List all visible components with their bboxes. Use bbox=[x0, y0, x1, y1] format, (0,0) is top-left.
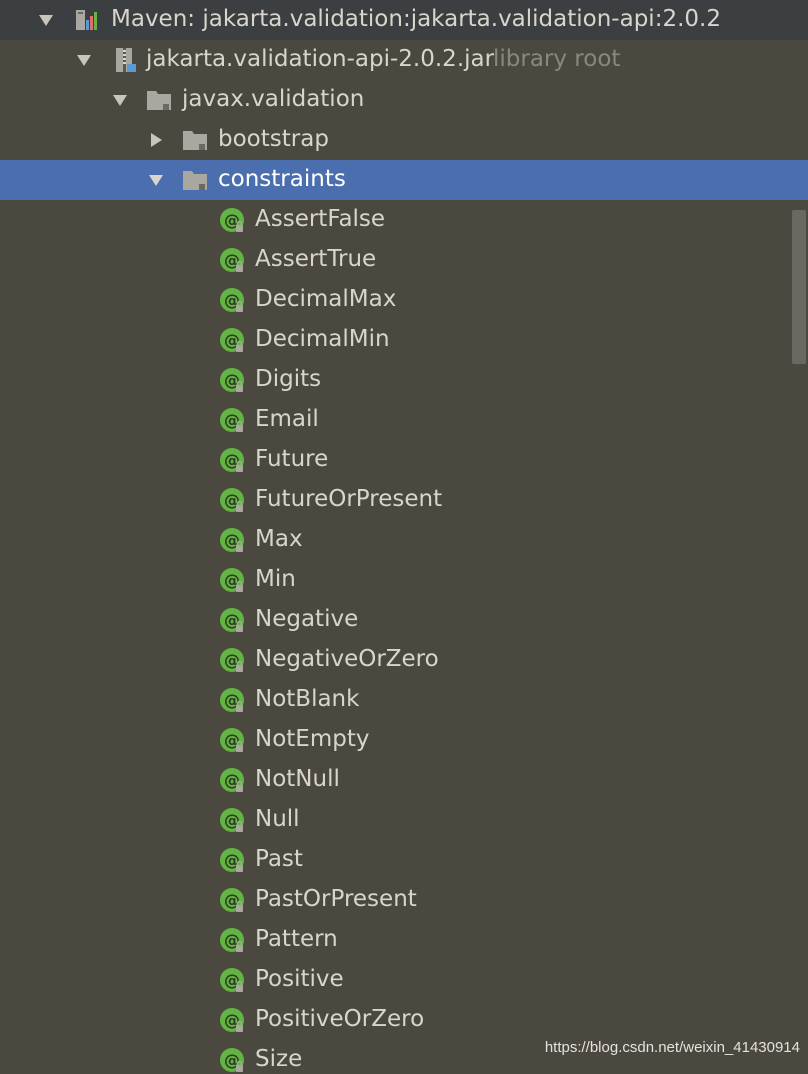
tree-node-annotation-digits[interactable]: @ Digits bbox=[0, 360, 808, 400]
tree-node-label: FutureOrPresent bbox=[255, 486, 443, 512]
annotation-icon: @ bbox=[219, 447, 245, 473]
tree-node-annotation-futureorpresent[interactable]: @ FutureOrPresent bbox=[0, 480, 808, 520]
tree-node-annotation-negativeorzero[interactable]: @ NegativeOrZero bbox=[0, 640, 808, 680]
tree-node-label: javax.validation bbox=[182, 86, 365, 112]
annotation-icon: @ bbox=[219, 247, 245, 273]
tree-node-annotation-min[interactable]: @ Min bbox=[0, 560, 808, 600]
tree-node-label: Future bbox=[255, 446, 329, 472]
annotation-icon: @ bbox=[219, 927, 245, 953]
annotation-icon: @ bbox=[219, 727, 245, 753]
annotation-icon: @ bbox=[219, 527, 245, 553]
library-root-hint: library root bbox=[493, 46, 621, 72]
tree-node-label: Negative bbox=[255, 606, 359, 632]
tree-node-constraints[interactable]: constraints bbox=[0, 160, 808, 200]
annotation-icon: @ bbox=[219, 287, 245, 313]
annotation-icon: @ bbox=[219, 487, 245, 513]
chevron-down-icon[interactable] bbox=[38, 12, 54, 28]
tree-node-label: Min bbox=[255, 566, 296, 592]
chevron-right-icon[interactable] bbox=[148, 132, 164, 148]
chevron-down-icon[interactable] bbox=[148, 172, 164, 188]
tree-node-label: NotNull bbox=[255, 766, 340, 792]
tree-node-annotation-email[interactable]: @ Email bbox=[0, 400, 808, 440]
tree-node-label: PastOrPresent bbox=[255, 886, 417, 912]
tree-node-label: jakarta.validation-api-2.0.2.jar bbox=[146, 46, 495, 72]
tree-node-label: bootstrap bbox=[218, 126, 329, 152]
tree-node-label: NotBlank bbox=[255, 686, 360, 712]
watermark: https://blog.csdn.net/weixin_41430914 bbox=[544, 1039, 800, 1056]
package-folder-icon bbox=[146, 87, 172, 113]
tree-node-label: Positive bbox=[255, 966, 344, 992]
scrollbar-thumb[interactable] bbox=[792, 210, 806, 364]
tree-node-annotation-null[interactable]: @ Null bbox=[0, 800, 808, 840]
tree-node-annotation-decimalmax[interactable]: @ DecimalMax bbox=[0, 280, 808, 320]
annotation-icon: @ bbox=[219, 687, 245, 713]
tree-node-label: DecimalMax bbox=[255, 286, 397, 312]
tree-node-package[interactable]: javax.validation bbox=[0, 80, 808, 120]
chevron-down-icon[interactable] bbox=[112, 92, 128, 108]
tree-node-label: Max bbox=[255, 526, 303, 552]
tree-node-jar[interactable]: jakarta.validation-api-2.0.2.jar library… bbox=[0, 40, 808, 80]
annotation-icon: @ bbox=[219, 1047, 245, 1073]
folder-icon bbox=[182, 167, 208, 193]
project-tree: Maven: jakarta.validation:jakarta.valida… bbox=[0, 0, 808, 1074]
annotation-icon: @ bbox=[219, 207, 245, 233]
annotation-icon: @ bbox=[219, 807, 245, 833]
tree-node-annotation-future[interactable]: @ Future bbox=[0, 440, 808, 480]
tree-node-label: PositiveOrZero bbox=[255, 1006, 425, 1032]
annotation-icon: @ bbox=[219, 327, 245, 353]
tree-node-annotation-asserttrue[interactable]: @ AssertTrue bbox=[0, 240, 808, 280]
tree-node-annotation-notnull[interactable]: @ NotNull bbox=[0, 760, 808, 800]
tree-node-label: Null bbox=[255, 806, 300, 832]
annotation-icon: @ bbox=[219, 767, 245, 793]
annotation-icon: @ bbox=[219, 847, 245, 873]
annotation-icon: @ bbox=[219, 367, 245, 393]
tree-node-label: Size bbox=[255, 1046, 303, 1072]
tree-node-label: Maven: jakarta.validation:jakarta.valida… bbox=[111, 6, 721, 32]
tree-node-annotation-positive[interactable]: @ Positive bbox=[0, 960, 808, 1000]
annotation-icon: @ bbox=[219, 887, 245, 913]
tree-node-annotation-notblank[interactable]: @ NotBlank bbox=[0, 680, 808, 720]
tree-node-annotation-assertfalse[interactable]: @ AssertFalse bbox=[0, 200, 808, 240]
tree-node-label: AssertTrue bbox=[255, 246, 377, 272]
tree-node-annotation-max[interactable]: @ Max bbox=[0, 520, 808, 560]
tree-node-label: NegativeOrZero bbox=[255, 646, 439, 672]
tree-node-annotation-positiveorzero[interactable]: @ PositiveOrZero bbox=[0, 1000, 808, 1040]
tree-node-label: Digits bbox=[255, 366, 322, 392]
tree-node-label: NotEmpty bbox=[255, 726, 370, 752]
tree-node-annotation-notempty[interactable]: @ NotEmpty bbox=[0, 720, 808, 760]
chevron-down-icon[interactable] bbox=[76, 52, 92, 68]
tree-node-label: AssertFalse bbox=[255, 206, 386, 232]
tree-node-annotation-past[interactable]: @ Past bbox=[0, 840, 808, 880]
folder-icon bbox=[182, 127, 208, 153]
tree-node-label: Pattern bbox=[255, 926, 338, 952]
annotation-icon: @ bbox=[219, 407, 245, 433]
annotation-icon: @ bbox=[219, 607, 245, 633]
annotation-icon: @ bbox=[219, 1007, 245, 1033]
tree-node-annotation-negative[interactable]: @ Negative bbox=[0, 600, 808, 640]
tree-node-annotation-decimalmin[interactable]: @ DecimalMin bbox=[0, 320, 808, 360]
tree-node-annotation-pastorpresent[interactable]: @ PastOrPresent bbox=[0, 880, 808, 920]
tree-node-maven-library[interactable]: Maven: jakarta.validation:jakarta.valida… bbox=[0, 0, 808, 40]
annotation-icon: @ bbox=[219, 567, 245, 593]
tree-node-label: Email bbox=[255, 406, 319, 432]
tree-node-label: DecimalMin bbox=[255, 326, 390, 352]
tree-node-annotation-pattern[interactable]: @ Pattern bbox=[0, 920, 808, 960]
tree-node-label: Past bbox=[255, 846, 303, 872]
annotation-icon: @ bbox=[219, 647, 245, 673]
tree-node-bootstrap[interactable]: bootstrap bbox=[0, 120, 808, 160]
annotation-icon: @ bbox=[219, 967, 245, 993]
tree-node-label: constraints bbox=[218, 166, 346, 192]
jar-archive-icon bbox=[112, 47, 138, 73]
maven-library-icon bbox=[74, 7, 100, 33]
